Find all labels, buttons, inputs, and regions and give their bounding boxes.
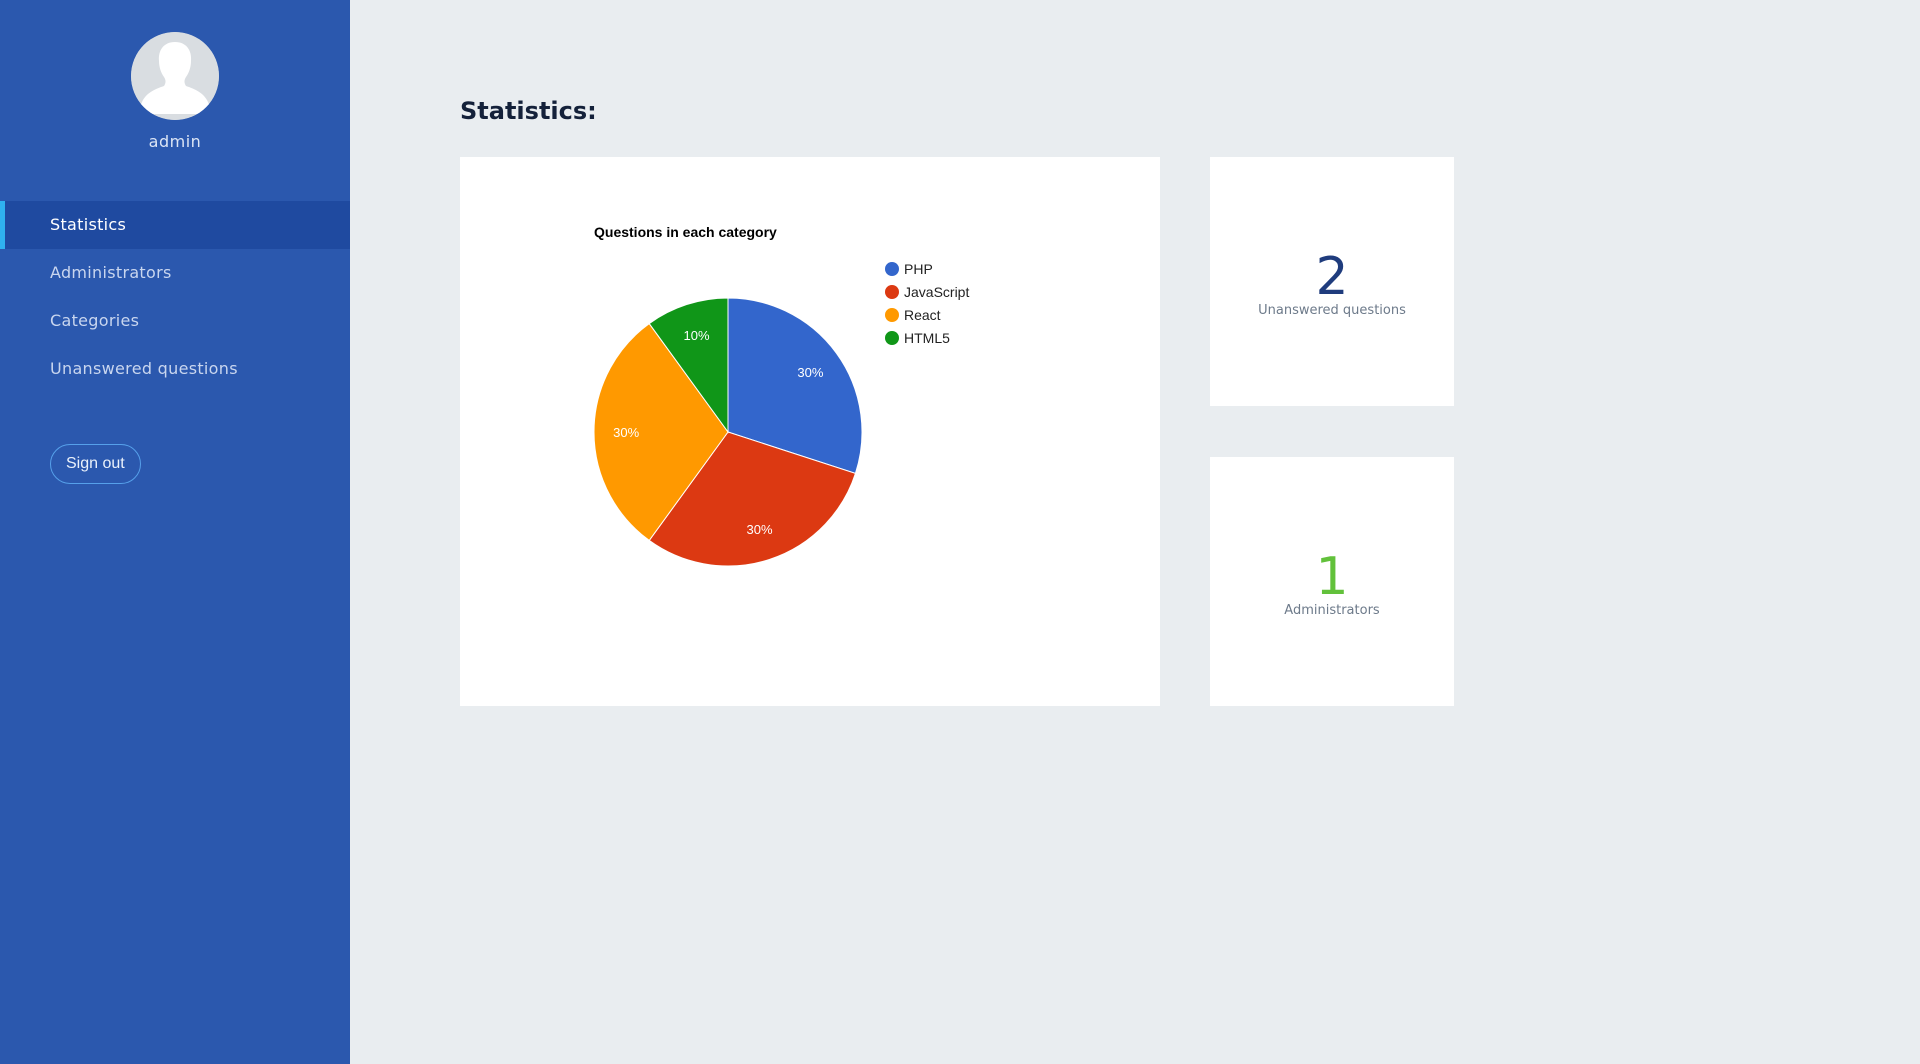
pie-label-react: 30% [613,425,639,440]
sidebar-item-administrators[interactable]: Administrators [0,249,350,297]
unanswered-questions-label: Unanswered questions [1258,303,1406,318]
sign-out-button[interactable]: Sign out [50,444,141,484]
legend-label-html5[interactable]: HTML5 [904,330,950,346]
administrators-label: Administrators [1284,603,1380,618]
administrators-count: 1 [1315,547,1349,607]
legend-label-php[interactable]: PHP [904,261,933,277]
username: admin [148,132,202,151]
chart-title: Questions in each category [594,224,777,240]
legend-marker-javascript [885,285,899,299]
unanswered-questions-card[interactable]: 2 Unanswered questions [1210,157,1454,406]
sidebar: admin Statistics Administrators Categori… [0,0,350,1064]
chart-card: Questions in each category 30% 30% 30% 10% … [460,157,1160,706]
chart-legend: PHP JavaScript React HTML5 [885,261,969,346]
pie-label-javascript: 30% [746,522,772,537]
administrators-card[interactable]: 1 Administrators [1210,457,1454,706]
pie-label-php: 30% [797,365,823,380]
sidebar-item-statistics[interactable]: Statistics [0,201,350,249]
unanswered-questions-count: 2 [1315,247,1349,307]
pie-chart: Questions in each category 30%30%30%10% … [593,224,969,567]
legend-label-javascript[interactable]: JavaScript [904,284,969,300]
legend-label-react[interactable]: React [904,307,941,323]
page-title: Statistics: [460,97,597,125]
sidebar-item-categories[interactable]: Categories [0,297,350,345]
sidebar-item-unanswered-questions[interactable]: Unanswered questions [0,345,350,393]
sidebar-nav: Statistics Administrators Categories Una… [0,201,350,393]
legend-marker-php [885,262,899,276]
legend-marker-html5 [885,331,899,345]
legend-marker-react [885,308,899,322]
user-silhouette-icon [131,32,219,120]
avatar [131,32,219,120]
pie-label-html5: 10% [683,328,709,343]
